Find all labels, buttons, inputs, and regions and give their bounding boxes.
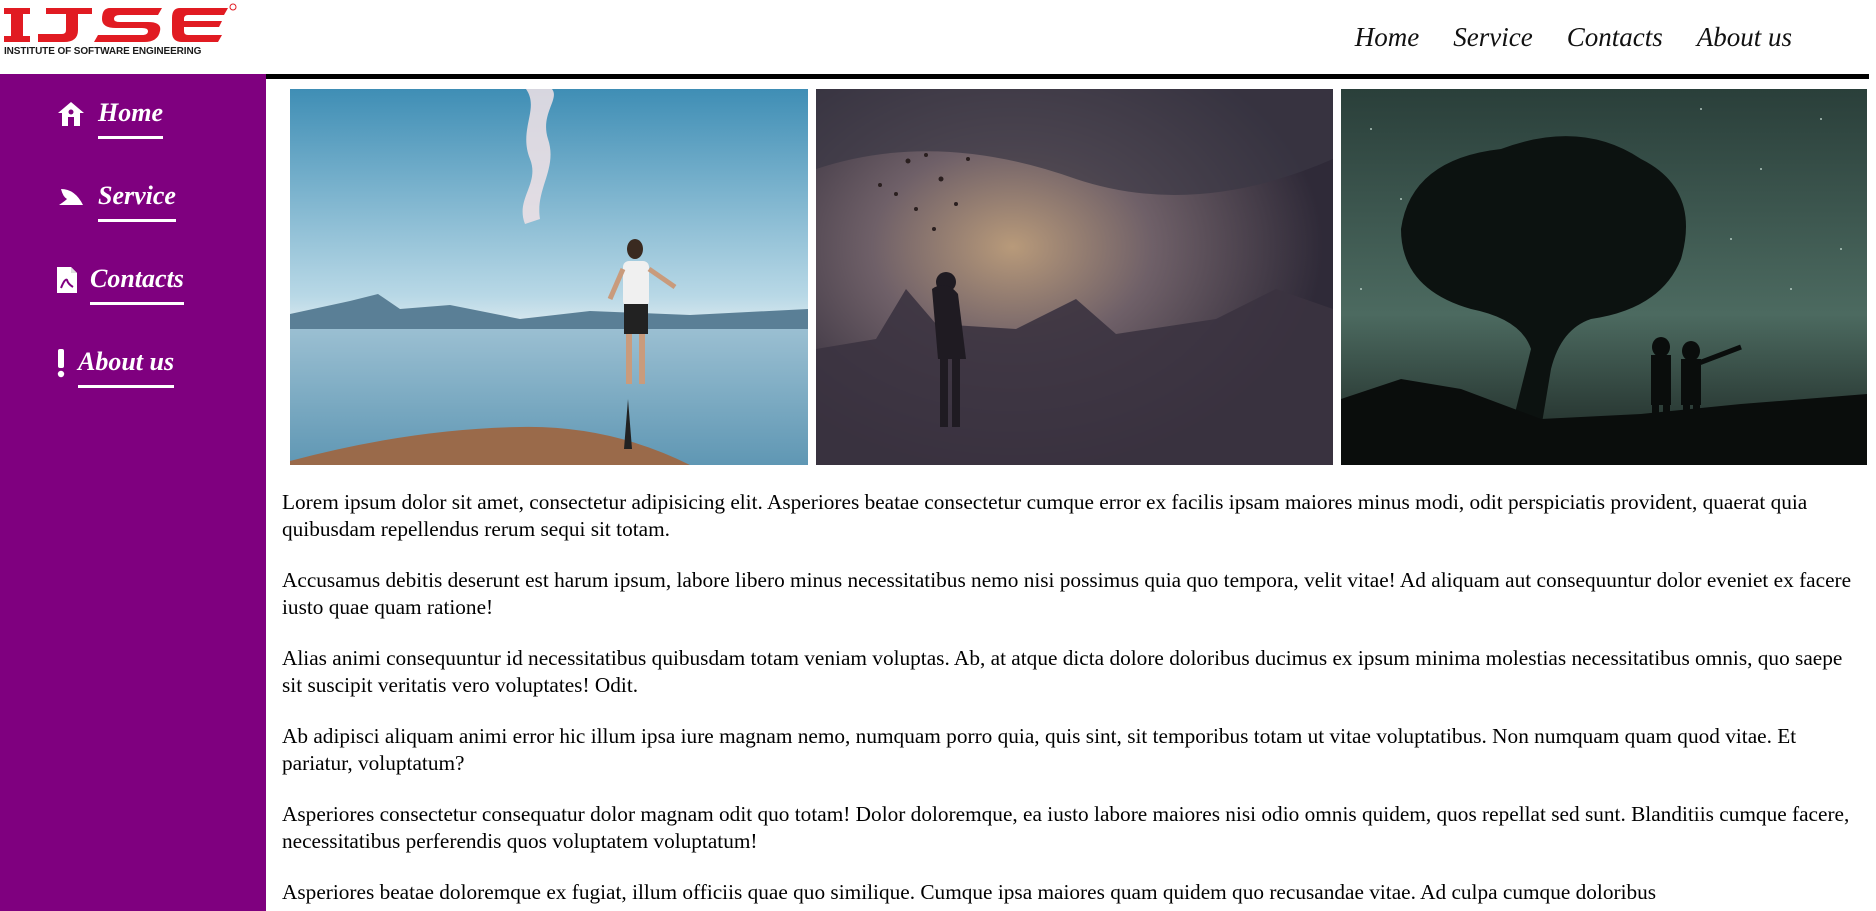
paragraph: Asperiores consectetur consequatur dolor… bbox=[282, 802, 1850, 853]
top-nav-service[interactable]: Service bbox=[1453, 22, 1532, 53]
silhouette-under-dusk-sky-photo bbox=[816, 89, 1333, 465]
paragraph: Ab adipisci aliquam animi error hic illu… bbox=[282, 724, 1797, 775]
article-content: Lorem ipsum dolor sit amet, consectetur … bbox=[282, 489, 1862, 911]
paragraph: Asperiores beatae doloremque ex fugiat, … bbox=[282, 880, 1657, 904]
paragraph: Alias animi consequuntur id necessitatib… bbox=[282, 646, 1843, 697]
logo-caption: INSTITUTE OF SOFTWARE ENGINEERING bbox=[4, 46, 202, 57]
service-icon bbox=[56, 182, 86, 212]
sidebar-item-contacts[interactable]: Contacts bbox=[56, 264, 184, 305]
top-navigation: Home Service Contacts About us bbox=[1355, 22, 1792, 53]
paragraph: Lorem ipsum dolor sit amet, consectetur … bbox=[282, 490, 1808, 541]
contact-document-icon bbox=[56, 265, 78, 295]
paragraph: Accusamus debitis deserunt est harum ips… bbox=[282, 568, 1852, 619]
main-content: Lorem ipsum dolor sit amet, consectetur … bbox=[266, 79, 1869, 911]
gallery-image-2 bbox=[816, 89, 1333, 465]
sidebar: Home Service Contacts About us bbox=[0, 74, 266, 911]
top-nav-about-us[interactable]: About us bbox=[1697, 22, 1792, 53]
sidebar-item-label: Contacts bbox=[90, 264, 184, 305]
home-icon bbox=[56, 99, 86, 129]
sidebar-item-label: About us bbox=[78, 347, 175, 388]
person-on-cliff-by-lake-photo bbox=[290, 89, 808, 465]
children-under-tree-night-sky-photo bbox=[1341, 89, 1867, 465]
page-header: INSTITUTE OF SOFTWARE ENGINEERING Home S… bbox=[0, 0, 1876, 79]
gallery-image-3 bbox=[1341, 89, 1867, 465]
gallery-image-1 bbox=[290, 89, 808, 465]
ijse-logo[interactable]: INSTITUTE OF SOFTWARE ENGINEERING bbox=[2, 2, 238, 58]
sidebar-item-label: Service bbox=[98, 181, 176, 222]
sidebar-item-service[interactable]: Service bbox=[56, 181, 176, 222]
image-gallery bbox=[290, 89, 1867, 465]
sidebar-item-about-us[interactable]: About us bbox=[56, 347, 175, 388]
ijse-logo-mark bbox=[4, 3, 237, 42]
top-nav-home[interactable]: Home bbox=[1355, 22, 1419, 53]
exclamation-icon bbox=[56, 348, 66, 378]
top-nav-contacts[interactable]: Contacts bbox=[1567, 22, 1663, 53]
sidebar-item-label: Home bbox=[98, 98, 163, 139]
sidebar-item-home[interactable]: Home bbox=[56, 98, 163, 139]
